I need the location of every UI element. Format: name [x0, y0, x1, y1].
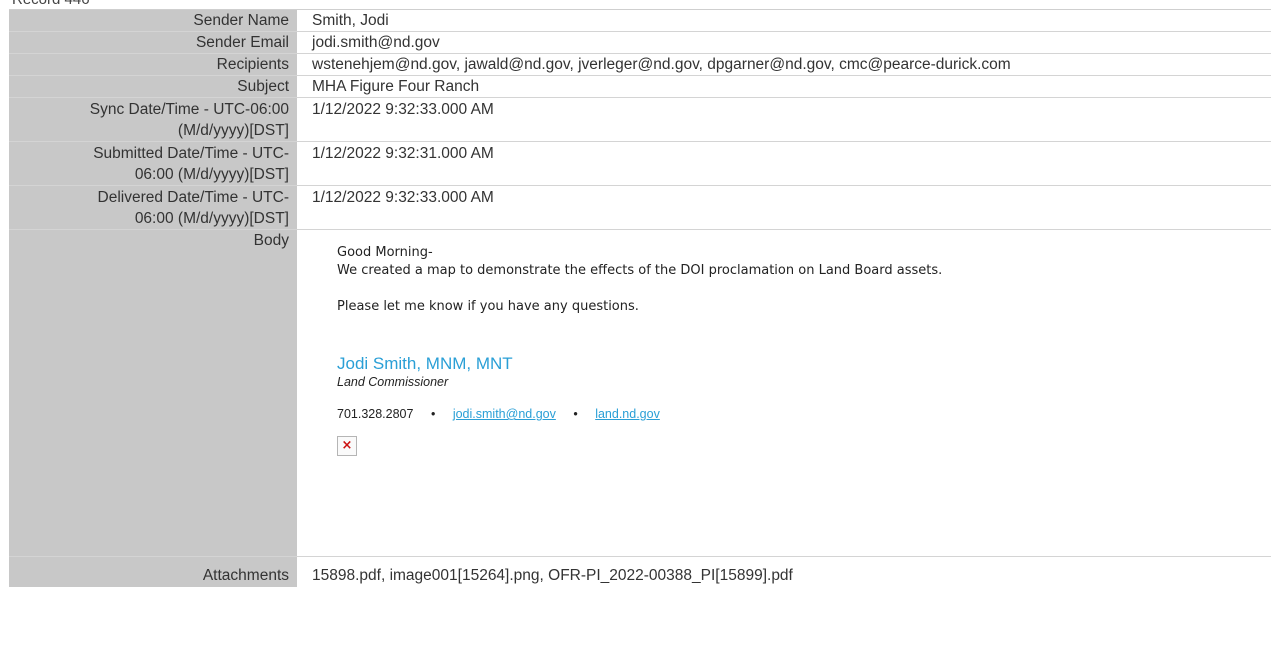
sync-date-label-line2: (M/d/yyyy)[DST]: [177, 122, 289, 139]
signature-name: Jodi Smith, MNM, MNT: [337, 354, 513, 373]
sync-date-label-line1: Sync Date/Time - UTC-06:00: [89, 101, 289, 118]
sender-name-value: Smith, Jodi: [312, 12, 389, 29]
delivered-date-label-line1: Delivered Date/Time - UTC-: [97, 189, 290, 206]
delivered-date-label-line2: 06:00 (M/d/yyyy)[DST]: [134, 210, 289, 227]
email-body: Good Morning- We created a map to demons…: [312, 230, 1271, 456]
separator-dot: •: [430, 407, 436, 421]
submitted-date-label-line2: 06:00 (M/d/yyyy)[DST]: [134, 166, 289, 183]
record-table: Sender Name Smith, Jodi Sender Email jod…: [9, 9, 1271, 672]
sync-date-value: 1/12/2022 9:32:33.000 AM: [312, 101, 494, 118]
broken-image-glyph: ×: [341, 438, 353, 453]
email-line-1: We created a map to demonstrate the effe…: [337, 263, 943, 278]
sender-name-row: Sender Name Smith, Jodi: [9, 10, 1271, 32]
email-line-2: Please let me know if you have any quest…: [337, 299, 639, 314]
submitted-date-label: Submitted Date/Time - UTC- 06:00 (M/d/yy…: [9, 142, 297, 185]
recipients-label: Recipients: [9, 54, 297, 75]
recipients-value: wstenehjem@nd.gov, jawald@nd.gov, jverle…: [312, 56, 1011, 73]
record-header: Record 446: [0, 0, 90, 9]
body-value: Good Morning- We created a map to demons…: [297, 230, 1271, 556]
attachments-label: Attachments: [9, 557, 297, 587]
submitted-date-row: Submitted Date/Time - UTC- 06:00 (M/d/yy…: [9, 142, 1271, 186]
delivered-date-value: 1/12/2022 9:32:33.000 AM: [312, 189, 494, 206]
signature-web-link[interactable]: land.nd.gov: [595, 407, 660, 421]
sender-email-label: Sender Email: [9, 32, 297, 53]
subject-row: Subject MHA Figure Four Ranch: [9, 76, 1271, 98]
attachments-row: Attachments 15898.pdf, image001[15264].p…: [9, 557, 1271, 587]
sync-date-label: Sync Date/Time - UTC-06:00 (M/d/yyyy)[DS…: [9, 98, 297, 141]
delivered-date-row: Delivered Date/Time - UTC- 06:00 (M/d/yy…: [9, 186, 1271, 230]
sync-date-row: Sync Date/Time - UTC-06:00 (M/d/yyyy)[DS…: [9, 98, 1271, 142]
subject-label: Subject: [9, 76, 297, 97]
sender-name-label: Sender Name: [9, 10, 297, 31]
sender-email-row: Sender Email jodi.smith@nd.gov: [9, 32, 1271, 54]
signature-phone: 701.328.2807: [337, 407, 414, 421]
delivered-date-label: Delivered Date/Time - UTC- 06:00 (M/d/yy…: [9, 186, 297, 229]
broken-image-icon: ×: [337, 436, 357, 456]
submitted-date-label-line1: Submitted Date/Time - UTC-: [93, 145, 289, 162]
attachments-value: 15898.pdf, image001[15264].png, OFR-PI_2…: [312, 567, 793, 584]
body-label: Body: [9, 230, 297, 556]
separator-dot: •: [573, 407, 578, 421]
subject-value: MHA Figure Four Ranch: [312, 78, 480, 95]
sender-email-value: jodi.smith@nd.gov: [312, 34, 440, 51]
signature-email-link[interactable]: jodi.smith@nd.gov: [453, 407, 556, 421]
signature-title: Land Commissioner: [337, 375, 449, 389]
signature-contact: 701.328.2807 • jodi.smith@nd.gov • land.…: [337, 406, 1271, 422]
recipients-row: Recipients wstenehjem@nd.gov, jawald@nd.…: [9, 54, 1271, 76]
submitted-date-value: 1/12/2022 9:32:31.000 AM: [312, 145, 494, 162]
email-greeting: Good Morning-: [337, 245, 433, 260]
body-row: Body Good Morning- We created a map to d…: [9, 230, 1271, 557]
